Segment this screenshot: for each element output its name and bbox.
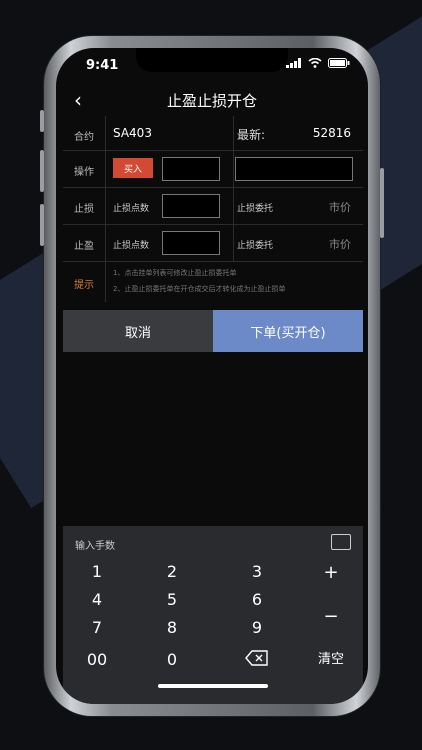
hint-line-2: 2、止盈止损委托单在开仓成交后才转化成为止盈止损单	[113, 285, 286, 293]
divider	[233, 225, 234, 261]
key-7[interactable]: 7	[63, 618, 131, 637]
stop-loss-order-label: 止损委托	[237, 204, 274, 214]
wifi-icon	[308, 58, 322, 68]
contract-label: 合约	[74, 132, 94, 143]
system-icons	[286, 58, 350, 68]
key-clear[interactable]: 清空	[299, 648, 363, 667]
key-0[interactable]: 0	[138, 650, 206, 669]
keyboard-placeholder: 输入手数	[75, 541, 115, 552]
key-minus[interactable]: −	[299, 606, 363, 627]
divider	[105, 188, 106, 224]
divider	[233, 151, 234, 187]
key-plus[interactable]: +	[299, 562, 363, 583]
key-5[interactable]: 5	[138, 590, 206, 609]
price-input[interactable]	[235, 157, 353, 181]
numeric-keyboard: 输入手数 1 2 3 + 4 5 6 − 7 8 9 00 0 清空	[63, 526, 363, 704]
key-1[interactable]: 1	[63, 562, 131, 581]
volume-down-button	[40, 204, 44, 246]
divider	[105, 262, 106, 302]
row-hint: 提示 1、点击挂单列表可修改止盈止损委托单 2、止盈止损委托单在开仓成交后才转化…	[63, 262, 363, 302]
stop-loss-price[interactable]: 市价	[329, 199, 351, 215]
stop-loss-label: 止损	[74, 204, 94, 215]
battery-icon	[328, 58, 350, 68]
home-indicator	[158, 684, 268, 688]
row-action: 操作 买入	[63, 151, 363, 188]
buy-button[interactable]: 买入	[113, 158, 153, 178]
cancel-label: 取消	[124, 325, 151, 341]
volume-up-button	[40, 150, 44, 192]
key-9[interactable]: 9	[223, 618, 291, 637]
hint-line-1: 1、点击挂单列表可修改止盈止损委托单	[113, 269, 237, 277]
key-2[interactable]: 2	[138, 562, 206, 581]
row-contract: 合约 SA403 最新: 52816	[63, 116, 363, 151]
key-delete[interactable]	[223, 650, 291, 670]
order-label: 下单(买开仓)	[250, 325, 326, 341]
divider	[233, 116, 234, 150]
backspace-icon	[245, 650, 268, 666]
place-order-button[interactable]: 下单(买开仓)	[213, 310, 363, 352]
divider	[233, 188, 234, 224]
quantity-input[interactable]	[162, 157, 220, 181]
key-4[interactable]: 4	[63, 590, 131, 609]
power-button	[380, 168, 384, 238]
keyboard-header: 输入手数	[63, 526, 363, 558]
latest-value: 52816	[312, 126, 351, 140]
order-form: 合约 SA403 最新: 52816 操作 买入 止损 止损点数 止损委托 市价	[63, 116, 363, 302]
divider	[105, 225, 106, 261]
row-stop-loss: 止损 止损点数 止损委托 市价	[63, 188, 363, 225]
hint-label: 提示	[74, 280, 94, 291]
take-profit-label: 止盈	[74, 241, 94, 252]
latest-label: 最新:	[237, 128, 266, 142]
divider	[105, 116, 106, 150]
stop-loss-points-input[interactable]	[162, 194, 220, 218]
take-profit-points-label: 止损点数	[113, 241, 150, 251]
contract-value: SA403	[113, 126, 152, 140]
mute-switch	[40, 110, 44, 132]
action-buttons: 取消 下单(买开仓)	[63, 310, 363, 352]
status-bar: 9:41	[56, 48, 368, 78]
cancel-button[interactable]: 取消	[63, 310, 213, 352]
nav-bar: ‹ 止盈止损开仓	[64, 84, 360, 114]
row-take-profit: 止盈 止损点数 止损委托 市价	[63, 225, 363, 262]
keyboard-toggle-icon[interactable]	[331, 534, 351, 550]
take-profit-price[interactable]: 市价	[329, 236, 351, 252]
action-label: 操作	[74, 167, 94, 178]
page-title: 止盈止损开仓	[166, 92, 257, 110]
keypad: 1 2 3 + 4 5 6 − 7 8 9 00 0 清空	[63, 558, 363, 704]
take-profit-order-label: 止损委托	[237, 241, 274, 251]
divider	[105, 151, 106, 187]
take-profit-points-input[interactable]	[162, 231, 220, 255]
notch	[136, 48, 288, 72]
key-6[interactable]: 6	[223, 590, 291, 609]
key-8[interactable]: 8	[138, 618, 206, 637]
screen: 9:41 ‹ 止盈止损开仓 合约 SA403 最新: 52816 操作 买入 止…	[56, 48, 368, 704]
stop-loss-points-label: 止损点数	[113, 204, 150, 214]
buy-label: 买入	[123, 164, 142, 175]
signal-icon	[286, 58, 301, 68]
status-time: 9:41	[86, 58, 119, 73]
key-00[interactable]: 00	[63, 650, 131, 669]
key-3[interactable]: 3	[223, 562, 291, 581]
